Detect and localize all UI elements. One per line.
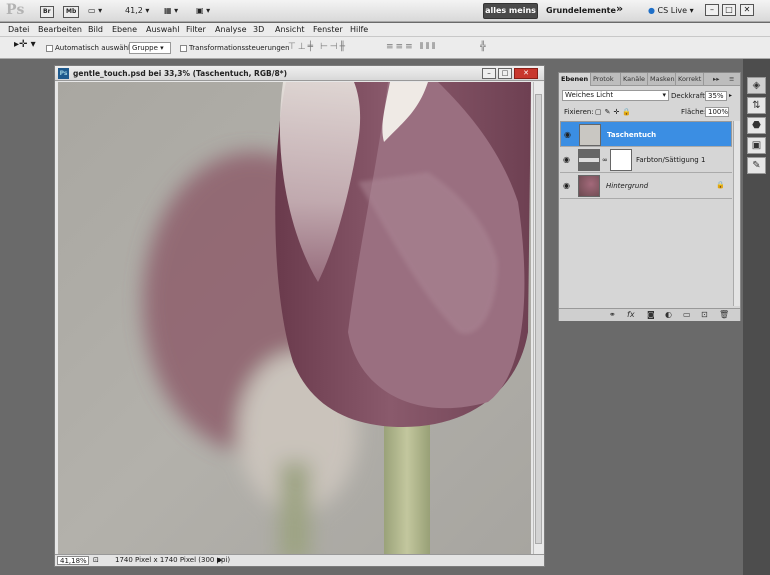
document-window: Ps gentle_touch.psd bei 33,3% (Taschentu… <box>54 65 545 567</box>
menu-ansicht[interactable]: Ansicht <box>275 24 305 36</box>
layers-footer: ⚭ fx ◙ ◐ ▭ ⊡ 🗑 <box>559 308 740 321</box>
lock-icon: 🔒 <box>716 181 725 189</box>
layers-scrollbar[interactable] <box>733 121 740 306</box>
layer-name: Hintergrund <box>606 182 649 190</box>
document-title-bar[interactable]: Ps gentle_touch.psd bei 33,3% (Taschentu… <box>55 66 544 81</box>
panel-expand-icon[interactable]: ▸▸ <box>711 73 722 86</box>
menu-bearbeiten[interactable]: Bearbeiten <box>38 24 82 36</box>
align-icons[interactable]: ⊤⊥╪ ⊢⊣╫ <box>288 42 347 52</box>
masks-dock-icon[interactable]: ▣ <box>747 137 766 154</box>
menu-auswahl[interactable]: Auswahl <box>146 24 179 36</box>
adjustments-dock-icon[interactable]: ⬣ <box>747 117 766 134</box>
trash-icon[interactable]: 🗑 <box>719 310 729 320</box>
layer-taschentuch[interactable]: ◉ Taschentuch <box>560 121 732 147</box>
lock-label: Fixieren: <box>564 108 594 116</box>
tab-protokoll[interactable]: Protok <box>591 73 621 86</box>
layer-mask-thumbnail[interactable] <box>610 149 632 171</box>
document-title: gentle_touch.psd bei 33,3% (Taschentuch,… <box>73 69 288 78</box>
menu-fenster[interactable]: Fenster <box>313 24 343 36</box>
panel-tabs: Ebenen Protok Kanäle Masken Korrekt ▸▸ ≡ <box>559 73 740 86</box>
auto-align-icon[interactable]: ╬ <box>480 42 487 52</box>
visibility-eye-icon[interactable]: ◉ <box>564 131 571 139</box>
layers-dock-icon[interactable]: ◈ <box>747 77 766 94</box>
tulip-image <box>58 82 531 554</box>
layer-hintergrund[interactable]: ◉ Hintergrund 🔒 <box>560 173 732 199</box>
cs-live-button[interactable]: ● CS Live ▾ <box>648 4 694 18</box>
menu-3d[interactable]: 3D <box>253 24 264 36</box>
new-layer-icon[interactable]: ⊡ <box>701 310 708 320</box>
layer-name: Farbton/Sättigung 1 <box>636 156 706 164</box>
doc-close-icon[interactable]: ✕ <box>514 68 538 79</box>
lock-icons[interactable]: ▢✎✛🔒 <box>595 107 634 117</box>
layer-farbton-saettigung[interactable]: ◉ ∞ Farbton/Sättigung 1 <box>560 147 732 173</box>
more-workspaces-icon[interactable]: » <box>616 2 623 15</box>
minimize-icon[interactable]: – <box>705 4 719 16</box>
group-icon[interactable]: ▭ <box>683 310 691 320</box>
application-bar: Ps Br Mb ▭ ▾ 41,2 ▾ ▦ ▾ ▣ ▾ alles meins … <box>0 0 770 22</box>
status-bar: 41,18% ⊡ 1740 Pixel x 1740 Pixel (300 pp… <box>55 554 544 566</box>
layer-name: Taschentuch <box>607 131 657 139</box>
menu-ebene[interactable]: Ebene <box>112 24 137 36</box>
image-canvas[interactable] <box>58 82 531 554</box>
tab-korrektur[interactable]: Korrekt <box>676 73 704 86</box>
view-extras-button[interactable]: ▭ ▾ <box>88 4 102 18</box>
menu-hilfe[interactable]: Hilfe <box>350 24 368 36</box>
doc-maximize-icon[interactable]: □ <box>498 68 512 79</box>
distribute-icons[interactable]: ≡≡≡ ⦀⦀⦀ <box>386 42 437 52</box>
ps-document-icon: Ps <box>58 68 69 79</box>
layers-panel: Ebenen Protok Kanäle Masken Korrekt ▸▸ ≡… <box>558 72 741 321</box>
layer-thumbnail <box>579 124 601 146</box>
panel-menu-icon[interactable]: ≡ <box>727 73 736 86</box>
opacity-slider-icon[interactable]: ▸ <box>729 91 732 101</box>
menu-datei[interactable]: Datei <box>8 24 29 36</box>
zoom-level[interactable]: 41,2 ▾ <box>125 4 149 18</box>
channels-dock-icon[interactable]: ⇅ <box>747 97 766 114</box>
photoshop-logo: Ps <box>6 2 25 18</box>
visibility-eye-icon[interactable]: ◉ <box>563 156 570 164</box>
workspace-alles-meins[interactable]: alles meins <box>483 3 538 19</box>
menu-bild[interactable]: Bild <box>88 24 103 36</box>
move-tool-icon[interactable]: ▸✛ ▾ <box>14 40 36 50</box>
fx-icon[interactable]: fx <box>627 310 635 320</box>
link-layers-icon[interactable]: ⚭ <box>609 310 616 320</box>
add-mask-icon[interactable]: ◙ <box>647 310 655 320</box>
transform-controls-checkbox[interactable]: Transformationssteuerungen <box>180 43 290 53</box>
adjustment-icon <box>578 149 600 171</box>
options-bar: ▸✛ ▾ Automatisch auswählen: Gruppe ▾ Tra… <box>0 37 770 59</box>
menu-filter[interactable]: Filter <box>186 24 206 36</box>
auto-select-checkbox[interactable]: Automatisch auswählen: <box>46 43 141 53</box>
panel-dock: ◈ ⇅ ⬣ ▣ ✎ <box>743 59 770 575</box>
auto-select-dropdown[interactable]: Gruppe ▾ <box>129 42 171 54</box>
vertical-scrollbar[interactable] <box>533 82 543 554</box>
visibility-eye-icon[interactable]: ◉ <box>563 182 570 190</box>
tab-ebenen[interactable]: Ebenen <box>559 73 591 86</box>
status-menu-arrow-icon[interactable]: ▶ <box>217 556 222 564</box>
tab-masken[interactable]: Masken <box>648 73 676 86</box>
opacity-label: Deckkraft: <box>671 92 708 100</box>
photoshop-window: Ps Br Mb ▭ ▾ 41,2 ▾ ▦ ▾ ▣ ▾ alles meins … <box>0 0 770 575</box>
zoom-field[interactable]: 41,18% <box>57 556 89 565</box>
maximize-icon[interactable]: □ <box>722 4 736 16</box>
fill-field[interactable]: 100% <box>705 107 729 117</box>
layer-thumbnail <box>578 175 600 197</box>
document-info: 1740 Pixel x 1740 Pixel (300 ppi) <box>115 556 231 564</box>
close-icon[interactable]: ✕ <box>740 4 754 16</box>
tab-kanaele[interactable]: Kanäle <box>621 73 648 86</box>
adjustment-layer-icon[interactable]: ◐ <box>665 310 672 320</box>
workspace-grundelemente[interactable]: Grundelemente <box>546 3 616 19</box>
chain-link-icon[interactable]: ∞ <box>602 156 608 164</box>
bridge-button[interactable]: Br <box>40 4 54 18</box>
menu-bar: Datei Bearbeiten Bild Ebene Auswahl Filt… <box>0 23 770 37</box>
blend-mode-dropdown[interactable]: Weiches Licht ▾ <box>562 90 669 101</box>
fill-label: Fläche: <box>681 108 707 116</box>
menu-analyse[interactable]: Analyse <box>215 24 247 36</box>
opacity-field[interactable]: 35% <box>705 91 727 101</box>
paths-dock-icon[interactable]: ✎ <box>747 157 766 174</box>
minibridge-button[interactable]: Mb <box>63 4 80 18</box>
status-options-icon[interactable]: ⊡ <box>93 556 99 564</box>
doc-minimize-icon[interactable]: – <box>482 68 496 79</box>
screen-mode-button[interactable]: ▣ ▾ <box>196 4 210 18</box>
arrange-documents-button[interactable]: ▦ ▾ <box>164 4 178 18</box>
